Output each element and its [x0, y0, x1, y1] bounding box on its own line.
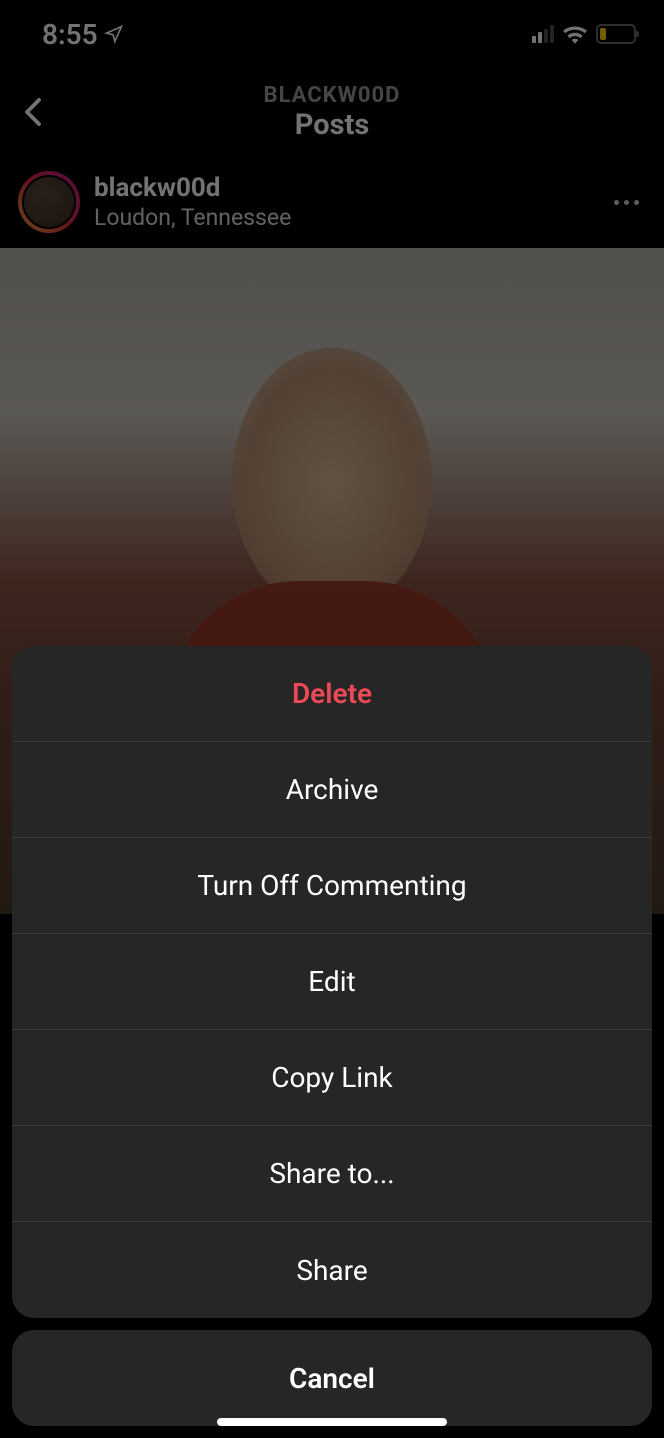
share-to-button[interactable]: Share to... — [12, 1126, 652, 1222]
copy-link-button[interactable]: Copy Link — [12, 1030, 652, 1126]
archive-button[interactable]: Archive — [12, 742, 652, 838]
action-sheet-group: Delete Archive Turn Off Commenting Edit … — [12, 646, 652, 1318]
home-indicator[interactable] — [217, 1418, 447, 1426]
share-button[interactable]: Share — [12, 1222, 652, 1318]
cancel-button[interactable]: Cancel — [12, 1330, 652, 1426]
edit-button[interactable]: Edit — [12, 934, 652, 1030]
action-sheet: Delete Archive Turn Off Commenting Edit … — [0, 646, 664, 1438]
delete-button[interactable]: Delete — [12, 646, 652, 742]
turn-off-commenting-button[interactable]: Turn Off Commenting — [12, 838, 652, 934]
